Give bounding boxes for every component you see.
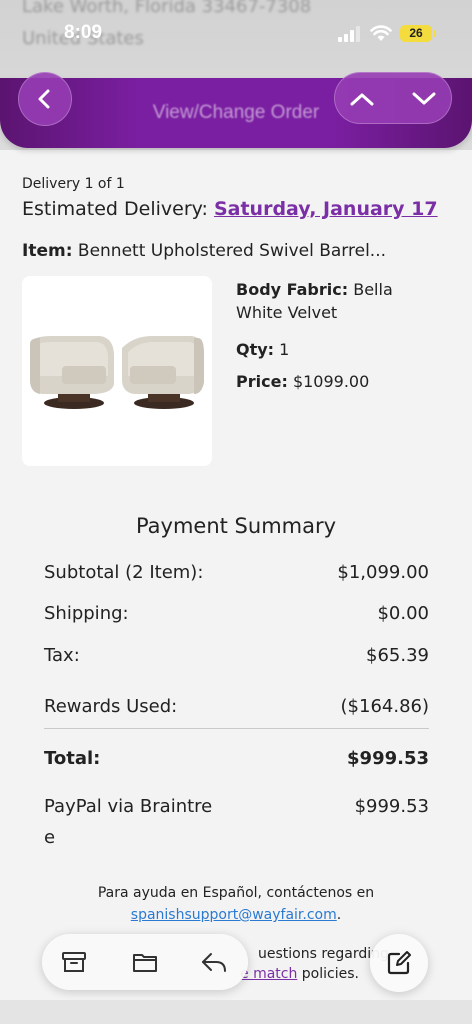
item-line: Item: Bennett Upholstered Swivel Barrel.… — [22, 241, 386, 261]
shipping-label: Shipping: — [44, 603, 129, 624]
price-match-line: e match policies. — [240, 966, 359, 982]
signal-icon — [338, 26, 360, 42]
next-button[interactable] — [397, 73, 451, 125]
payment-summary-title: Payment Summary — [135, 514, 337, 538]
qty-label: Qty: — [236, 340, 275, 359]
policies-text: policies. — [301, 966, 359, 982]
reply-icon[interactable] — [200, 948, 228, 976]
folder-icon[interactable] — [131, 948, 159, 976]
compose-button[interactable] — [370, 934, 428, 992]
body-fabric: Body Fabric: Bella White Velvet — [236, 278, 393, 324]
qty-value: 1 — [279, 340, 290, 359]
bottom-strip — [0, 1000, 472, 1024]
swivel-chairs-image — [30, 336, 204, 409]
price-label: Price: — [236, 372, 288, 391]
estimated-delivery-label: Estimated Delivery: — [22, 198, 208, 220]
battery-indicator: 26 — [400, 25, 436, 42]
delivery-count: Delivery 1 of 1 — [22, 176, 125, 192]
payment-method-value: $999.53 — [354, 796, 429, 817]
body-fabric-value: Bella — [353, 280, 393, 299]
body-fabric-label: Body Fabric: — [236, 280, 349, 299]
price-value: $1099.00 — [292, 372, 370, 391]
price-match-link[interactable]: e match — [240, 966, 297, 982]
compose-icon — [387, 951, 411, 975]
subtotal-value: $1,099.00 — [337, 562, 429, 583]
summary-divider — [44, 728, 429, 729]
payment-method-line2: e — [44, 827, 56, 848]
quantity: Qty: 1 — [236, 338, 289, 361]
product-image[interactable] — [22, 276, 212, 466]
tax-value: $65.39 — [366, 645, 429, 666]
item-label: Item: — [22, 241, 73, 261]
payment-method-label: PayPal via Braintre e — [44, 791, 212, 853]
archive-icon[interactable] — [60, 948, 88, 976]
mail-toolbar — [42, 934, 248, 990]
total-value: $999.53 — [347, 748, 429, 769]
message-nav-control — [334, 72, 452, 124]
spanish-help-text: Para ayuda en Español, contáctenos en — [97, 885, 375, 901]
item-name: Bennett Upholstered Swivel Barrel... — [77, 241, 386, 261]
back-button[interactable] — [18, 72, 72, 126]
chevron-down-icon — [412, 92, 436, 105]
rewards-value: ($164.86) — [340, 696, 429, 717]
price: Price: $1099.00 — [236, 370, 369, 393]
total-label: Total: — [44, 748, 101, 769]
estimated-delivery-date-link[interactable]: Saturday, January 17 — [214, 198, 438, 220]
chevron-up-icon — [350, 93, 374, 106]
spanish-help-period: . — [336, 907, 342, 923]
estimated-delivery: Estimated Delivery: Saturday, January 17 — [22, 198, 438, 220]
wifi-icon — [370, 25, 392, 41]
shipping-value: $0.00 — [377, 603, 429, 624]
spanish-support-email-link[interactable]: spanishsupport@wayfair.com — [131, 907, 337, 923]
subtotal-label: Subtotal (2 Item): — [44, 562, 204, 583]
payment-method-line1: PayPal via Braintre — [44, 796, 213, 817]
rewards-label: Rewards Used: — [44, 696, 178, 717]
body-fabric-value-line2: White Velvet — [236, 303, 338, 322]
status-time: 8:09 — [64, 22, 103, 43]
spanish-help: Para ayuda en Español, contáctenos en sp… — [0, 882, 472, 926]
chevron-left-icon — [38, 89, 50, 109]
status-bar: 8:09 26 — [0, 14, 472, 54]
tax-label: Tax: — [44, 645, 80, 666]
previous-button[interactable] — [335, 73, 389, 125]
